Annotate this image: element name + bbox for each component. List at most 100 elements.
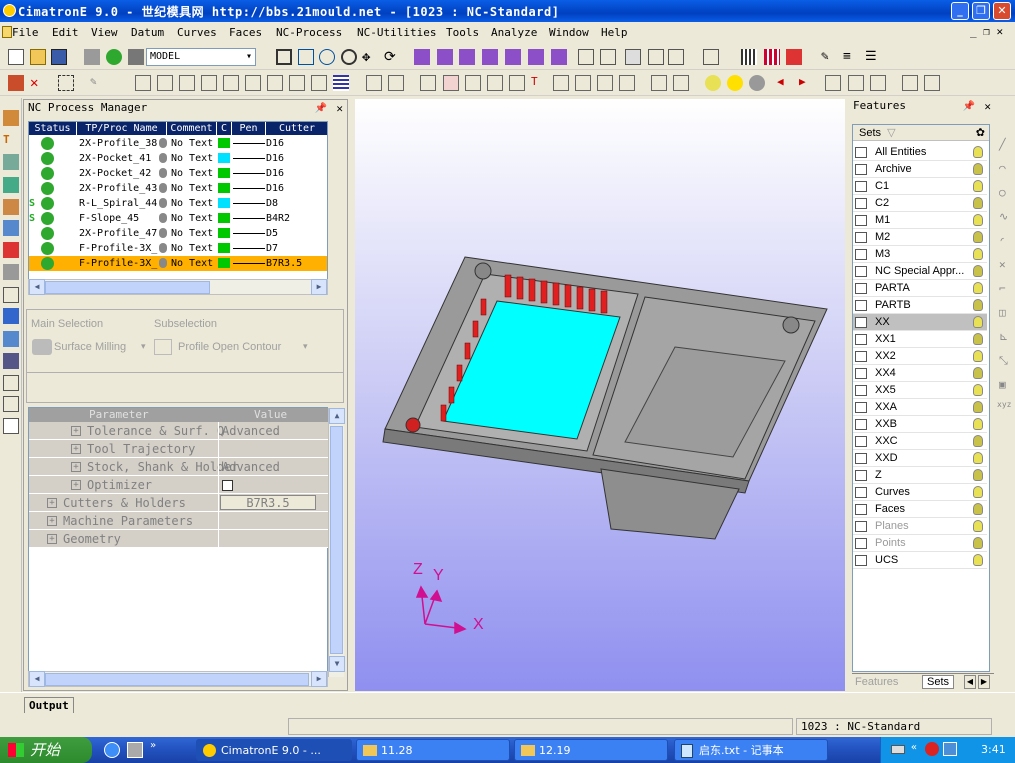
list-item[interactable]: XX2 [853,348,987,365]
ie-icon[interactable] [104,742,120,758]
col-status[interactable]: Status [29,122,77,135]
minimize-button[interactable]: _ [951,2,969,20]
visibility-bulb-icon[interactable] [973,469,983,481]
tool-icon[interactable]: T [531,75,547,91]
list-item[interactable]: Points [853,535,987,552]
grid-icon[interactable] [741,49,757,65]
table-row[interactable]: 2X-Profile_43 No Text D16 [29,181,327,196]
t-tool-icon[interactable]: T [3,133,19,149]
quicklaunch-more-icon[interactable]: » [150,740,156,751]
light-bulb-icon[interactable] [705,75,721,91]
color-icon[interactable] [764,49,780,65]
subselection-chevron-icon[interactable]: ▾ [303,341,308,352]
nc-grid-hscroll[interactable]: ◀ ▶ [28,279,328,295]
visibility-bulb-icon[interactable] [973,282,983,294]
op10-icon[interactable] [3,353,19,369]
table-row[interactable]: S F-Slope_45 No Text B4R2 [29,211,327,226]
home-icon[interactable] [902,75,918,91]
network-icon[interactable] [943,742,957,756]
sets-header[interactable]: Sets ▽ ✿ [853,125,989,141]
op3-icon[interactable] [3,199,19,215]
visibility-bulb-icon[interactable] [973,350,983,362]
col-comment[interactable]: Comment [167,122,217,135]
menu-edit[interactable]: Edit [52,26,79,39]
param-value[interactable]: B7R3.5 [220,495,316,510]
visibility-bulb-icon[interactable] [973,367,983,379]
quicklaunch-icon[interactable] [127,742,143,758]
tab-next-icon[interactable]: ▶ [978,675,990,689]
features-close-icon[interactable]: ✕ [984,99,991,115]
nc-setup-icon[interactable] [3,110,19,126]
light-bulb-off-icon[interactable] [749,75,765,91]
main-selection-chevron-icon[interactable]: ▾ [141,341,146,352]
layout-icon[interactable] [465,75,481,91]
start-button[interactable]: 开始 [0,737,92,763]
wizard-icon[interactable] [388,75,404,91]
visibility-bulb-icon[interactable] [973,231,983,243]
task-folder-1128[interactable]: 11.28 [356,739,510,761]
visibility-bulb-icon[interactable] [973,316,983,328]
param-scroll-thumb[interactable] [330,426,343,654]
subselection-value[interactable]: Profile Open Contour [178,341,281,353]
menu-tools[interactable]: Tools [446,26,479,39]
paint-icon[interactable] [786,49,802,65]
table-icon[interactable] [443,75,459,91]
sketch6-icon[interactable] [245,75,261,91]
forward-arrow-icon[interactable]: ▶ [799,75,815,91]
features-pin-icon[interactable]: 📌 [963,99,975,115]
param-row[interactable]: + Stock, Shank & Holder Advanced [29,458,329,476]
param-row[interactable]: + Cutters & Holders B7R3.5 [29,494,329,512]
expand-plus-icon[interactable]: + [71,462,81,472]
list-item[interactable]: XX [853,314,987,331]
graphics-viewport[interactable]: Z Y X [355,99,845,691]
rect-icon[interactable]: ▣ [999,378,1006,391]
fit-icon[interactable] [848,75,864,91]
list-item[interactable]: XXB [853,416,987,433]
scroll-left-icon[interactable]: ◀ [29,279,45,295]
view-top-icon[interactable] [459,49,475,65]
menu-view[interactable]: View [91,26,118,39]
sketch3-icon[interactable] [179,75,195,91]
scroll-right-icon[interactable]: ▶ [311,279,327,295]
list-item[interactable]: M3 [853,246,987,263]
visibility-bulb-icon[interactable] [973,452,983,464]
list-item[interactable]: C2 [853,195,987,212]
view-right-icon[interactable] [482,49,498,65]
zoom-icon[interactable] [341,49,357,65]
main-selection-value[interactable]: Surface Milling [54,341,126,353]
shade-icon[interactable] [625,49,641,65]
antivirus-icon[interactable] [925,742,939,756]
list-item[interactable]: XX1 [853,331,987,348]
mdi-controls[interactable]: _ ❐ ✕ [970,25,1003,38]
draw-tangent-icon[interactable]: ◜ [999,234,1006,247]
view-back-icon[interactable] [528,49,544,65]
list-item[interactable]: XXA [853,399,987,416]
node3-icon[interactable] [597,75,613,91]
visibility-bulb-icon[interactable] [973,486,983,498]
path-icon[interactable] [673,75,689,91]
expand-plus-icon[interactable]: + [71,480,81,490]
table-row[interactable]: F-Profile-3X_ No Text D7 [29,241,327,256]
menu-faces[interactable]: Faces [229,26,262,39]
sketch7-icon[interactable] [267,75,283,91]
expand-plus-icon[interactable]: + [71,426,81,436]
tray-arrow-icon[interactable]: « [911,742,917,753]
view-front-icon[interactable] [437,49,453,65]
render-icon[interactable] [703,49,719,65]
copy-icon[interactable] [84,49,100,65]
back-arrow-icon[interactable]: ◀ [777,75,793,91]
light-bulb-on-icon[interactable] [727,75,743,91]
visibility-bulb-icon[interactable] [973,248,983,260]
sketch2-icon[interactable] [157,75,173,91]
visibility-bulb-icon[interactable] [973,146,983,158]
view-iso-icon[interactable] [505,49,521,65]
pick-icon[interactable] [58,75,74,91]
pin-icon[interactable]: 📌 [315,101,327,117]
new-icon[interactable] [8,49,24,65]
table-row[interactable]: 2X-Pocket_41 No Text D16 [29,151,327,166]
list-item[interactable]: Z [853,467,987,484]
menu-window[interactable]: Window [549,26,589,39]
sketch4-icon[interactable] [201,75,217,91]
box-display-icon[interactable] [668,49,684,65]
rotate-icon[interactable]: ⟳ [384,49,400,65]
